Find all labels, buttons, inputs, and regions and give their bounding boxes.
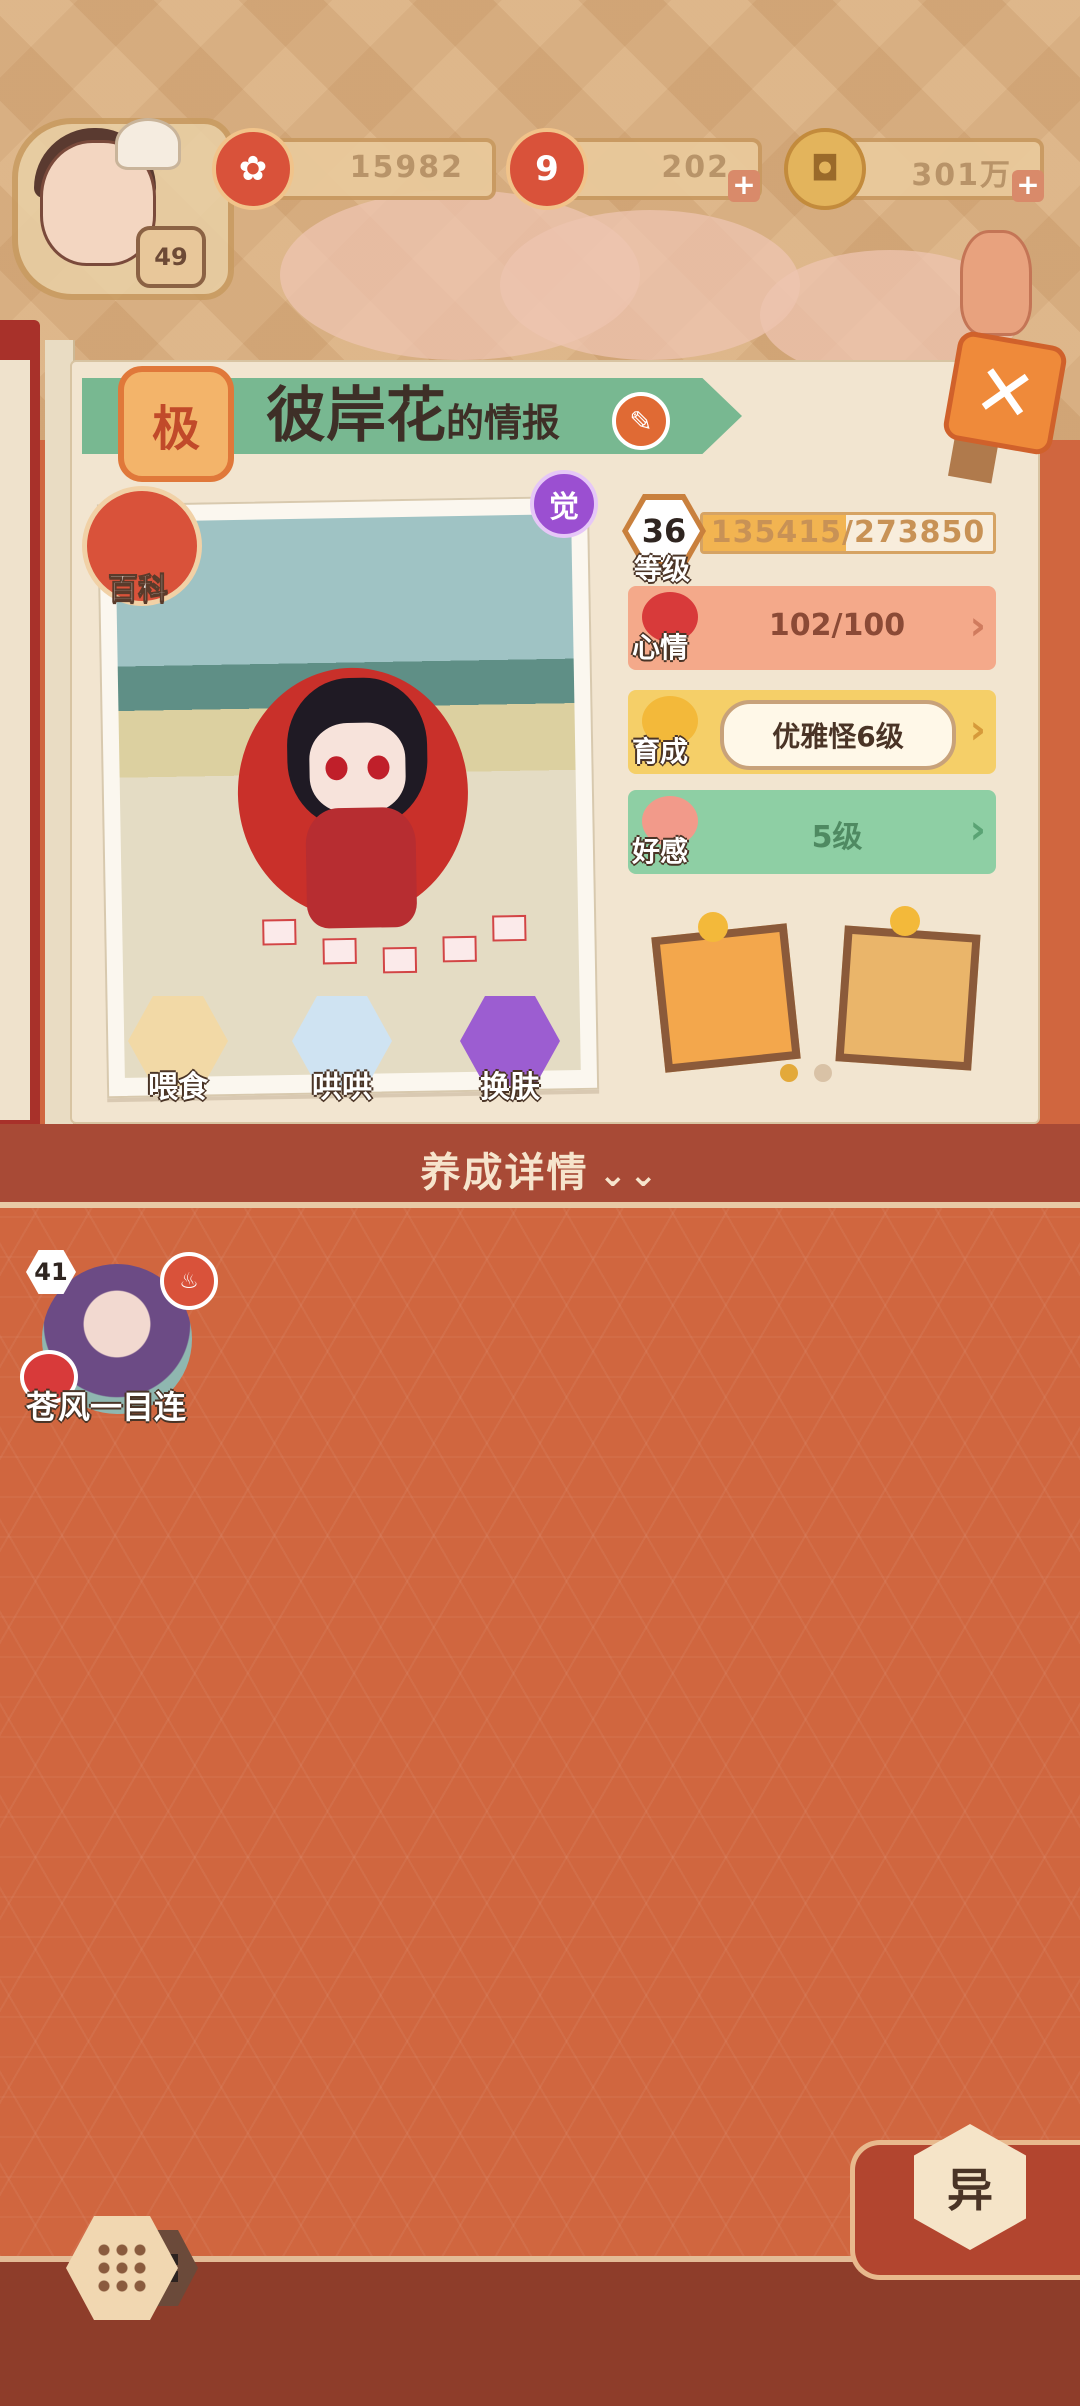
book-page-edge [0, 360, 30, 1120]
details-label: 养成详情 ⌄⌄ [0, 1140, 1080, 1198]
details-title: 养成详情 [420, 1150, 589, 1196]
character-scene [115, 514, 581, 1078]
plum-flower-icon: ✿ [212, 128, 294, 210]
add-coins-button[interactable]: + [1012, 170, 1044, 202]
grid-icon [95, 2241, 149, 2295]
coax-label: 哄哄 [312, 1070, 372, 1105]
exp-progress-bar: 135415/273850 [700, 512, 996, 554]
chevron-right-icon: › [969, 807, 986, 853]
affection-label: 好感 [632, 835, 689, 868]
talisman-card [262, 918, 297, 946]
growth-label: 育成 [632, 735, 689, 768]
character-body [305, 806, 418, 929]
stamina-icon: 9 [506, 128, 588, 210]
character-face [308, 721, 407, 814]
favorite-food-card[interactable] [820, 900, 1060, 1090]
talisman-card [442, 935, 477, 963]
awaken-badge[interactable]: 觉 [530, 470, 598, 538]
feed-label: 喂食 [148, 1070, 208, 1105]
talisman-card [322, 937, 357, 965]
chef-hat-icon [115, 118, 181, 170]
fish-banner-icon[interactable] [960, 230, 1032, 336]
smiley-icon [698, 912, 728, 942]
mood-row[interactable]: 心情 102/100 › [628, 586, 996, 670]
chevron-right-icon: › [969, 707, 986, 753]
affection-row[interactable]: 好感 5级 › [628, 790, 996, 874]
chevron-right-icon: › [969, 603, 986, 649]
add-stamina-button[interactable]: + [728, 170, 760, 202]
affection-value: 5级 [811, 820, 863, 855]
member-name: 苍风一目连 [26, 1388, 187, 1426]
shikigami-member[interactable]: 41 ♨ 苍风一目连 [20, 1250, 220, 1430]
resource-flower-value: 15982 [349, 150, 464, 185]
talisman-card [382, 946, 418, 974]
chef-hat-icon: ♨ [160, 1252, 218, 1310]
resource-stamina-value: 202 [661, 150, 730, 185]
cloud-decoration [500, 210, 800, 360]
feed-button[interactable]: 喂食 [128, 996, 228, 1105]
edit-icon[interactable]: ✎ [612, 392, 670, 450]
coax-button[interactable]: 哄哄 [292, 996, 392, 1105]
double-chevron-down-icon: ⌄⌄ [598, 1155, 660, 1195]
carousel-dot[interactable] [814, 1064, 832, 1082]
grade-badge: 极 [118, 366, 234, 482]
skin-label: 换肤 [480, 1070, 540, 1105]
shikigami-name: 彼岸花 [266, 381, 446, 451]
exp-text: 135415/273850 [710, 515, 986, 550]
mood-label: 心情 [632, 631, 689, 664]
growth-value: 优雅怪6级 [720, 700, 956, 770]
skin-button[interactable]: 换肤 [460, 996, 560, 1105]
sushi-plate-icon [651, 923, 801, 1073]
frog-cake-icon [835, 925, 981, 1071]
page-title: 彼岸花的情报 [266, 380, 560, 459]
carousel-dot-active[interactable] [780, 1064, 798, 1082]
details-toggle[interactable]: 养成详情 ⌄⌄ [0, 1124, 1080, 1208]
resource-coins-value: 301万 [911, 158, 1012, 193]
level-label: 等级 [634, 553, 691, 586]
smiley-icon [890, 906, 920, 936]
title-suffix: 的情报 [446, 401, 561, 445]
close-button[interactable]: ✕ [941, 329, 1069, 457]
coin-icon: ◘ [784, 128, 866, 210]
mood-value: 102/100 [768, 608, 906, 643]
encyclopedia-label: 百科 [108, 572, 169, 608]
talisman-card [492, 914, 527, 942]
player-level: 49 [136, 226, 206, 288]
